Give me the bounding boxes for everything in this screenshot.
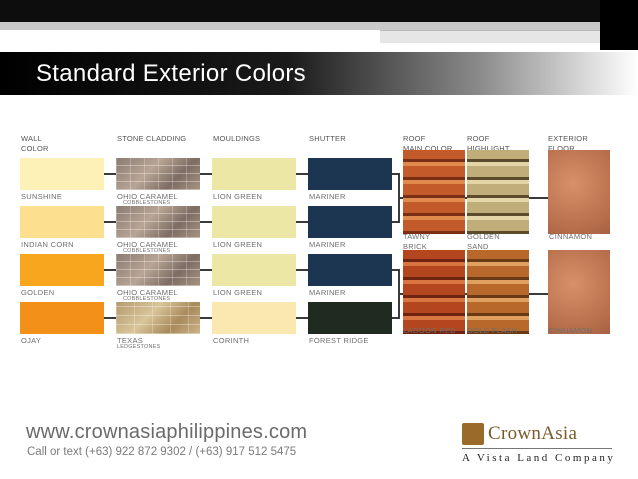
roof-highlight-swatch bbox=[467, 250, 529, 334]
roof-main-swatch bbox=[403, 250, 465, 334]
contact-numbers: Call or text (+63) 922 872 9302 / (+63) … bbox=[27, 446, 297, 458]
moulding-swatch bbox=[212, 206, 296, 238]
stone-swatch bbox=[116, 302, 200, 334]
moulding-swatch bbox=[212, 158, 296, 190]
logo-tagline: A Vista Land Company bbox=[462, 452, 616, 464]
shutter-swatch bbox=[308, 302, 392, 334]
wall-label: INDIAN CORN bbox=[21, 240, 74, 249]
website-url[interactable]: www.crownasiaphilippines.com bbox=[26, 421, 307, 444]
floor-label: CINNAMON bbox=[549, 232, 593, 241]
roof-main-label: LAGOON RED bbox=[403, 326, 457, 335]
floor-swatch bbox=[548, 250, 610, 334]
shutter-label: MARINER bbox=[309, 192, 346, 201]
moulding-swatch bbox=[212, 254, 296, 286]
roof-highlight-label: GOLD FLASH bbox=[467, 326, 518, 335]
wall-label: SUNSHINE bbox=[21, 192, 63, 201]
roof-highlight-swatch bbox=[467, 150, 529, 234]
wall-swatch-sunshine bbox=[20, 158, 104, 190]
logo-divider bbox=[462, 448, 612, 449]
wall-label: GOLDEN bbox=[21, 288, 55, 297]
crownasia-logo: CrownAsia A Vista Land Company bbox=[462, 421, 622, 473]
stone-swatch bbox=[116, 206, 200, 238]
floor-swatch bbox=[548, 150, 610, 234]
wall-swatch-indian-corn bbox=[20, 206, 104, 238]
moulding-label: LION GREEN bbox=[213, 240, 263, 249]
shutter-swatch bbox=[308, 254, 392, 286]
roof-highlight-label: GOLDEN SAND bbox=[467, 232, 500, 251]
shutter-label: FOREST RIDGE bbox=[309, 336, 369, 345]
crown-icon bbox=[462, 423, 484, 445]
wall-label: OJAY bbox=[21, 336, 42, 345]
logo-brand: CrownAsia bbox=[488, 423, 578, 444]
moulding-label: LION GREEN bbox=[213, 192, 263, 201]
stone-swatch bbox=[116, 158, 200, 190]
roof-main-swatch bbox=[403, 150, 465, 234]
moulding-label: CORINTH bbox=[213, 336, 250, 345]
shutter-label: MARINER bbox=[309, 240, 346, 249]
shutter-label: MARINER bbox=[309, 288, 346, 297]
shutter-swatch bbox=[308, 206, 392, 238]
wall-swatch-golden bbox=[20, 254, 104, 286]
floor-label: CINNAMON bbox=[549, 326, 593, 335]
moulding-swatch bbox=[212, 302, 296, 334]
stone-swatch bbox=[116, 254, 200, 286]
moulding-label: LION GREEN bbox=[213, 288, 263, 297]
stone-sublabel: LEDGESTONES bbox=[117, 344, 161, 350]
roof-main-label: TAWNY BRICK bbox=[403, 232, 431, 251]
wall-swatch-ojay bbox=[20, 302, 104, 334]
shutter-swatch bbox=[308, 158, 392, 190]
